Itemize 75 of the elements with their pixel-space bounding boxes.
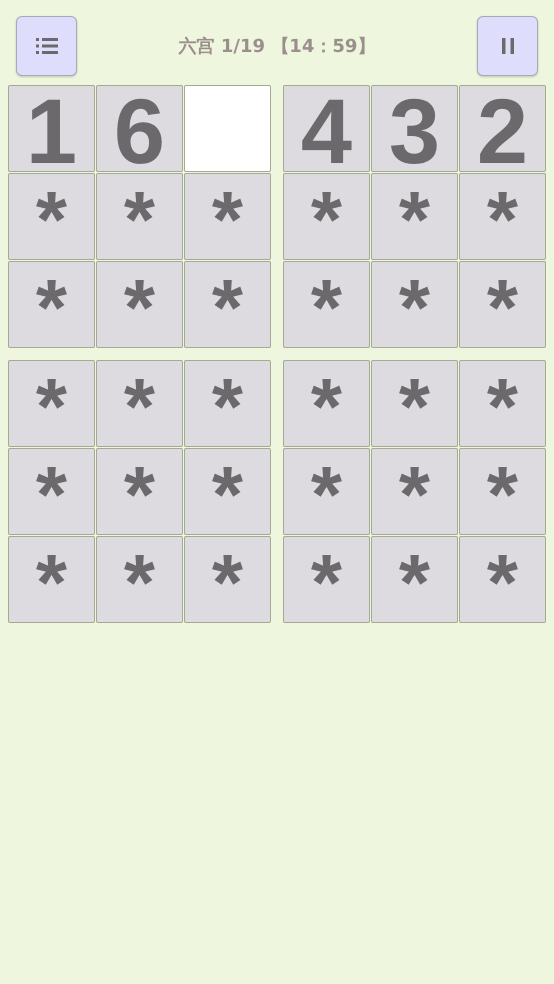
hidden-mark: * (36, 268, 68, 347)
hidden-mark: * (398, 455, 430, 534)
hidden-mark: * (124, 367, 156, 446)
board-cell[interactable]: * (96, 448, 183, 535)
board-cell[interactable]: * (96, 173, 183, 260)
game-title: 六宫 1/19 【14：59】 (178, 34, 376, 58)
board-cell[interactable]: * (8, 448, 95, 535)
board-cell[interactable]: * (283, 536, 370, 623)
board-cell[interactable]: * (8, 173, 95, 260)
hidden-mark: * (212, 268, 244, 347)
hidden-mark: * (310, 180, 342, 259)
hidden-mark: * (310, 543, 342, 622)
menu-button[interactable] (16, 16, 77, 76)
cell-digit: 1 (26, 86, 78, 171)
hidden-mark: * (310, 367, 342, 446)
board-cell[interactable]: * (283, 261, 370, 348)
board-cell[interactable]: * (371, 448, 458, 535)
board-cell[interactable]: * (459, 360, 546, 447)
hidden-mark: * (486, 367, 518, 446)
hidden-mark: * (124, 268, 156, 347)
cell-digit: 3 (388, 86, 440, 171)
hidden-mark: * (124, 543, 156, 622)
board-cell[interactable]: * (283, 360, 370, 447)
hidden-mark: * (310, 268, 342, 347)
board-cell[interactable]: * (184, 261, 271, 348)
pause-icon (502, 38, 514, 54)
hidden-mark: * (212, 543, 244, 622)
hidden-mark: * (486, 543, 518, 622)
hidden-mark: * (310, 455, 342, 534)
hidden-mark: * (398, 367, 430, 446)
hidden-mark: * (212, 367, 244, 446)
board-cell[interactable]: * (96, 536, 183, 623)
board-cell[interactable]: * (8, 360, 95, 447)
hidden-mark: * (398, 543, 430, 622)
board-cell[interactable]: * (371, 536, 458, 623)
hidden-mark: * (36, 543, 68, 622)
hidden-mark: * (398, 268, 430, 347)
hidden-mark: * (124, 180, 156, 259)
board-cell[interactable]: 4 (283, 85, 370, 172)
board-cell[interactable]: * (184, 360, 271, 447)
board-cell[interactable]: * (459, 448, 546, 535)
cell-digit: 6 (114, 86, 166, 171)
board-cell[interactable]: 2 (459, 85, 546, 172)
pause-button[interactable] (477, 16, 538, 76)
board-cell[interactable]: * (459, 261, 546, 348)
board-cell[interactable]: * (371, 173, 458, 260)
cell-digit: 2 (476, 86, 528, 171)
hidden-mark: * (486, 180, 518, 259)
board-cell[interactable]: * (371, 360, 458, 447)
board-cell[interactable]: * (8, 261, 95, 348)
board-cell[interactable]: * (184, 536, 271, 623)
hidden-mark: * (486, 268, 518, 347)
board-cell[interactable]: * (371, 261, 458, 348)
cell-digit: 4 (300, 86, 352, 171)
board-cell[interactable]: * (283, 448, 370, 535)
board-cell[interactable]: 6 (96, 85, 183, 172)
board-cell[interactable]: * (96, 360, 183, 447)
board-cell[interactable]: 3 (371, 85, 458, 172)
hidden-mark: * (124, 455, 156, 534)
menu-icon (36, 36, 58, 56)
board-cell[interactable]: 1 (8, 85, 95, 172)
hidden-mark: * (398, 180, 430, 259)
hidden-mark: * (36, 367, 68, 446)
board-cell[interactable]: * (459, 536, 546, 623)
hidden-mark: * (36, 180, 68, 259)
board-cell[interactable]: * (459, 173, 546, 260)
hidden-mark: * (486, 455, 518, 534)
board-cell[interactable]: * (184, 173, 271, 260)
hidden-mark: * (212, 180, 244, 259)
board-cell[interactable]: * (96, 261, 183, 348)
hidden-mark: * (36, 455, 68, 534)
hidden-mark: * (212, 455, 244, 534)
board-cell[interactable]: * (184, 448, 271, 535)
board-cell[interactable]: * (283, 173, 370, 260)
board-cell[interactable]: * (8, 536, 95, 623)
